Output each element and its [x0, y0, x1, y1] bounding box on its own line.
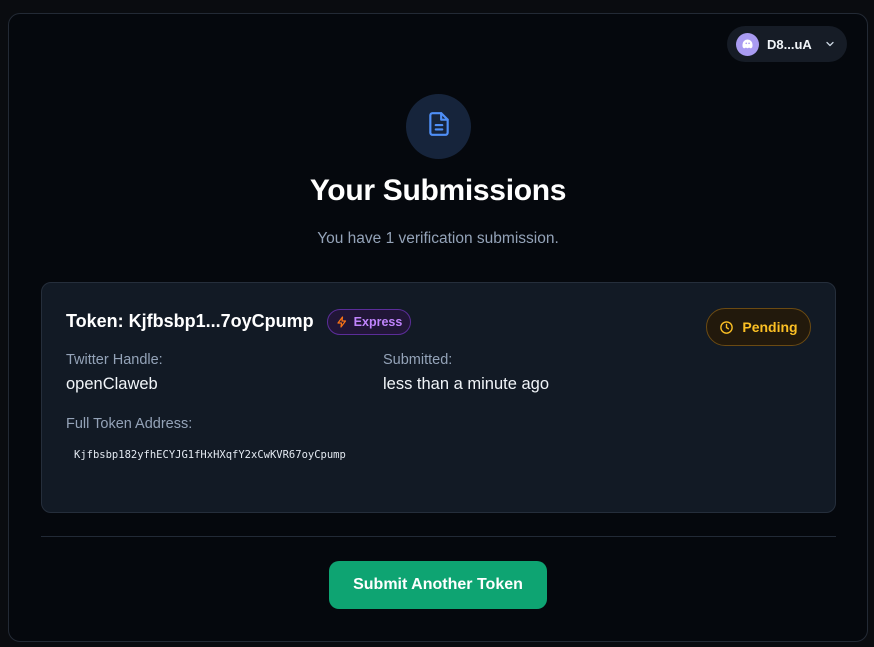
page-title: Your Submissions: [309, 174, 567, 207]
token-title: Token: Kjfbsbp1...7oyCpump: [66, 311, 314, 331]
divider: [41, 536, 836, 537]
lightning-icon: [336, 316, 348, 328]
wallet-button[interactable]: D8...uA: [727, 26, 847, 62]
clock-icon: [719, 320, 734, 335]
document-icon: [426, 111, 452, 142]
twitter-handle-value: openClaweb: [66, 375, 158, 393]
document-icon-badge: [406, 94, 471, 159]
full-address-value: Kjfbsbp182yfhECYJG1fHxHXqfY2xCwKVR67oyCp…: [74, 449, 346, 461]
submit-another-token-button[interactable]: Submit Another Token: [329, 561, 547, 609]
submissions-panel: D8...uA Your Submissions You have 1 veri…: [8, 13, 868, 642]
ghost-icon: [736, 32, 759, 56]
express-badge: Express: [327, 309, 411, 335]
submission-card: Token: Kjfbsbp1...7oyCpump Express Pendi…: [41, 282, 836, 513]
submitted-value: less than a minute ago: [383, 375, 550, 393]
twitter-handle-label: Twitter Handle:: [66, 352, 163, 368]
submitted-label: Submitted:: [383, 352, 453, 368]
page-subtitle: You have 1 verification submission.: [317, 230, 559, 247]
chevron-down-icon: [823, 37, 837, 51]
status-label: Pending: [742, 319, 798, 335]
full-address-label: Full Token Address:: [66, 416, 193, 432]
wallet-address: D8...uA: [767, 36, 812, 52]
status-badge: Pending: [706, 308, 811, 346]
express-label: Express: [353, 315, 403, 329]
